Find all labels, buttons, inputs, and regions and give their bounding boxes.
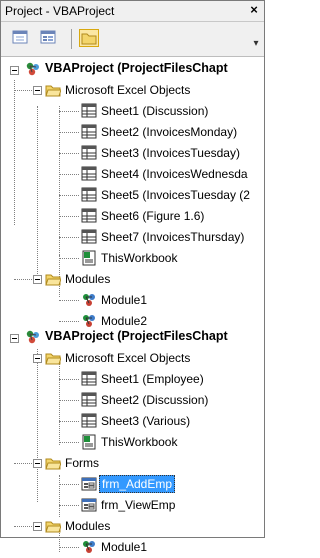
- sheet-label: Sheet3 (InvoicesTuesday): [101, 146, 240, 160]
- tree-node-sheet[interactable]: Sheet3 (Various): [1, 411, 264, 432]
- worksheet-icon: [81, 392, 97, 407]
- tree-node-sheet[interactable]: Sheet2 (InvoicesMonday): [1, 122, 264, 143]
- toggle-folders-button[interactable]: [79, 29, 99, 47]
- tree-node-sheet[interactable]: Sheet1 (Employee): [1, 369, 264, 390]
- window-title: Project - VBAProject: [5, 4, 115, 18]
- tree-node-project-2[interactable]: VBAProject (ProjectFilesChapt: [1, 327, 264, 348]
- sheet-label: Sheet3 (Various): [101, 414, 191, 428]
- module-icon: [83, 294, 95, 306]
- tree-node-sheet[interactable]: Sheet6 (Figure 1.6): [1, 206, 264, 227]
- tree-node-module[interactable]: Module1: [1, 290, 264, 311]
- sheet-label: Sheet1 (Discussion): [101, 104, 209, 118]
- tree-node-sheet[interactable]: Sheet7 (InvoicesThursday): [1, 227, 264, 248]
- collapse-icon[interactable]: [33, 86, 42, 95]
- sheet-label: Sheet5 (InvoicesTuesday (2: [101, 188, 250, 202]
- project-explorer-window: Project - VBAProject × ▾ VBAProject (Pro…: [0, 0, 265, 554]
- sheet-label: Sheet6 (Figure 1.6): [101, 209, 205, 223]
- project-label: VBAProject (ProjectFilesChapt: [45, 329, 228, 343]
- tree-node-module[interactable]: Module1: [1, 537, 264, 558]
- workbook-icon: [82, 434, 96, 450]
- userform-icon: [81, 498, 97, 512]
- worksheet-icon: [81, 103, 97, 118]
- worksheet-icon: [81, 187, 97, 202]
- sheet-label: Sheet4 (InvoicesWednesda: [101, 167, 248, 181]
- tree-node-form-selected[interactable]: frm_AddEmp: [1, 474, 264, 495]
- folder-label: Microsoft Excel Objects: [65, 83, 191, 97]
- userform-icon: [81, 477, 97, 491]
- view-object-icon: [40, 30, 56, 44]
- toolbar: ▾: [1, 22, 264, 57]
- tree-node-workbook[interactable]: ThisWorkbook: [1, 248, 264, 269]
- tree-node-sheet[interactable]: Sheet1 (Discussion): [1, 101, 264, 122]
- tree-node-modules-1[interactable]: Modules: [1, 269, 264, 290]
- collapse-icon[interactable]: [33, 354, 42, 363]
- collapse-icon[interactable]: [33, 459, 42, 468]
- collapse-icon[interactable]: [10, 334, 19, 343]
- tree-node-sheet[interactable]: Sheet2 (Discussion): [1, 390, 264, 411]
- tree-node-sheet[interactable]: Sheet3 (InvoicesTuesday): [1, 143, 264, 164]
- folder-label: Forms: [65, 456, 99, 470]
- title-bar[interactable]: Project - VBAProject ×: [1, 1, 264, 22]
- folder-label: Modules: [65, 272, 111, 286]
- folder-label: Microsoft Excel Objects: [65, 351, 191, 365]
- worksheet-icon: [81, 229, 97, 244]
- worksheet-icon: [81, 208, 97, 223]
- workbook-label: ThisWorkbook: [101, 435, 178, 449]
- form-label: frm_AddEmp: [99, 475, 176, 493]
- tree-node-sheet[interactable]: Sheet5 (InvoicesTuesday (2: [1, 185, 264, 206]
- tree-node-sheet[interactable]: Sheet4 (InvoicesWednesda: [1, 164, 264, 185]
- tree-node-forms[interactable]: Forms: [1, 453, 264, 474]
- sheet-label: Sheet2 (Discussion): [101, 393, 209, 407]
- collapse-icon[interactable]: [33, 275, 42, 284]
- worksheet-icon: [81, 124, 97, 139]
- close-icon[interactable]: ×: [247, 3, 261, 17]
- folder-label: Modules: [65, 519, 111, 533]
- tree-node-project-1[interactable]: VBAProject (ProjectFilesChapt: [1, 59, 264, 80]
- worksheet-icon: [81, 166, 97, 181]
- folder-open-icon: [45, 274, 61, 286]
- folder-open-icon: [45, 353, 61, 365]
- tree-node-excel-objects-2[interactable]: Microsoft Excel Objects: [1, 348, 264, 369]
- view-object-button[interactable]: [39, 29, 59, 47]
- worksheet-icon: [81, 413, 97, 428]
- tree-node-form[interactable]: frm_ViewEmp: [1, 495, 264, 516]
- tree-node-workbook[interactable]: ThisWorkbook: [1, 432, 264, 453]
- folder-open-icon: [45, 458, 61, 470]
- toolbar-separator: [71, 29, 72, 49]
- sheet-label: Sheet2 (InvoicesMonday): [101, 125, 238, 139]
- sheet-label: Sheet1 (Employee): [101, 372, 204, 386]
- worksheet-icon: [81, 145, 97, 160]
- tree-node-modules-2[interactable]: Modules: [1, 516, 264, 537]
- workbook-icon: [82, 250, 96, 266]
- form-label: frm_ViewEmp: [101, 498, 176, 512]
- module-label: Module1: [101, 293, 148, 307]
- project-label: VBAProject (ProjectFilesChapt: [45, 61, 228, 75]
- folder-open-icon: [45, 85, 61, 97]
- sheet-label: Sheet7 (InvoicesThursday): [101, 230, 245, 244]
- vba-project-icon: [26, 62, 39, 76]
- worksheet-icon: [81, 371, 97, 386]
- vba-project-icon: [26, 330, 39, 344]
- view-code-icon: [12, 30, 28, 44]
- project-tree: VBAProject (ProjectFilesChapt Microsoft …: [1, 59, 264, 554]
- toolbar-overflow-icon[interactable]: ▾: [252, 38, 260, 50]
- folder-open-icon: [45, 521, 61, 533]
- view-code-button[interactable]: [11, 29, 31, 47]
- collapse-icon[interactable]: [33, 522, 42, 531]
- module-label: Module1: [101, 540, 148, 554]
- folder-icon: [81, 33, 97, 45]
- workbook-label: ThisWorkbook: [101, 251, 178, 265]
- collapse-icon[interactable]: [10, 66, 19, 75]
- tree-node-excel-objects-1[interactable]: Microsoft Excel Objects: [1, 80, 264, 101]
- module-icon: [83, 541, 95, 553]
